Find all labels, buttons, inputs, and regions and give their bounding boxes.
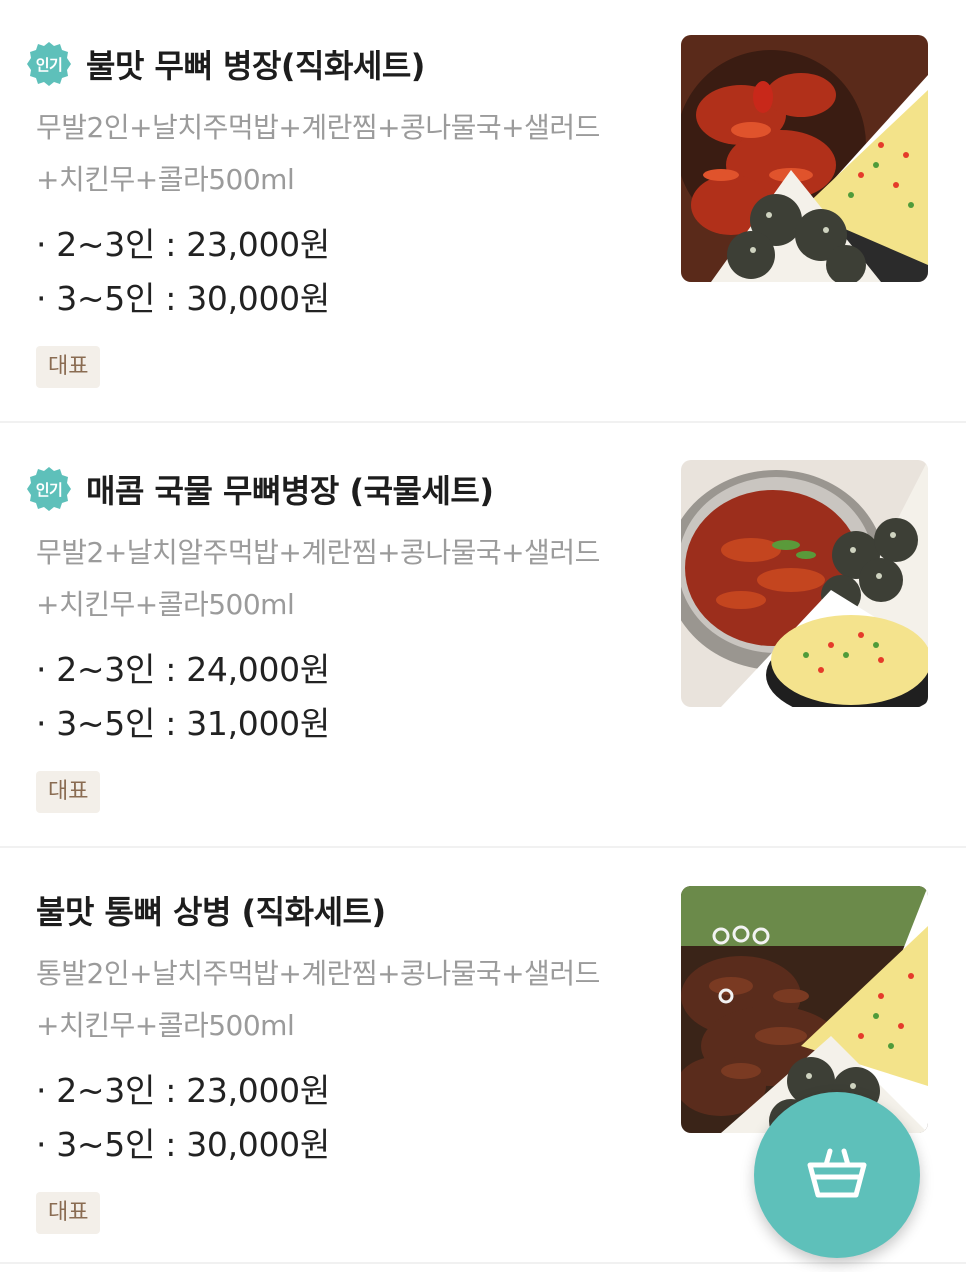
menu-list: 인기 불맛 무뼈 병장(직화세트) 무발2인+날치주먹밥+계란찜+콩나물국+샐러… [0, 0, 966, 1272]
representative-tag: 대표 [36, 771, 101, 813]
price-list: · 2~3인 : 23,000원 · 3~5인 : 30,000원 [36, 1064, 656, 1172]
price-list: · 2~3인 : 24,000원 · 3~5인 : 31,000원 [36, 643, 656, 751]
cart-button[interactable] [754, 1092, 920, 1258]
popular-badge: 인기 [26, 41, 72, 87]
price-option: · 2~3인 : 24,000원 [36, 650, 330, 689]
price-option: · 2~3인 : 23,000원 [36, 1071, 330, 1110]
menu-item-title: 매콤 국물 무뼈병장 (국물세트) [86, 472, 494, 510]
price-list: · 2~3인 : 23,000원 · 3~5인 : 30,000원 [36, 218, 656, 326]
menu-item-description: 통발2인+날치주먹밥+계란찜+콩나물국+샐러드 +치킨무+콜라500ml [36, 957, 600, 1042]
menu-item[interactable]: 인기 매콤 국물 무뼈병장 (국물세트) 무발2+날치알주먹밥+계란찜+콩나물국… [0, 423, 966, 848]
menu-item[interactable]: 인기 불맛 무뼈 병장(직화세트) 무발2인+날치주먹밥+계란찜+콩나물국+샐러… [0, 0, 966, 423]
popular-badge: 인기 [26, 466, 72, 512]
menu-item-photo[interactable] [681, 35, 928, 282]
menu-item-photo[interactable] [681, 460, 928, 707]
price-option: · 2~3인 : 23,000원 [36, 225, 330, 264]
price-option: · 3~5인 : 30,000원 [36, 279, 330, 318]
menu-item-description: 무발2+날치알주먹밥+계란찜+콩나물국+샐러드 +치킨무+콜라500ml [36, 536, 600, 621]
menu-item-photo[interactable] [681, 886, 928, 1133]
shopping-basket-icon [802, 1143, 872, 1207]
price-option: · 3~5인 : 31,000원 [36, 704, 330, 743]
menu-item-description: 무발2인+날치주먹밥+계란찜+콩나물국+샐러드 +치킨무+콜라500ml [36, 111, 600, 196]
menu-item-title: 불맛 무뼈 병장(직화세트) [86, 47, 425, 85]
representative-tag: 대표 [36, 346, 101, 388]
representative-tag: 대표 [36, 1192, 101, 1234]
menu-item-title: 불맛 통뼈 상병 (직화세트) [36, 893, 386, 931]
price-option: · 3~5인 : 30,000원 [36, 1125, 330, 1164]
